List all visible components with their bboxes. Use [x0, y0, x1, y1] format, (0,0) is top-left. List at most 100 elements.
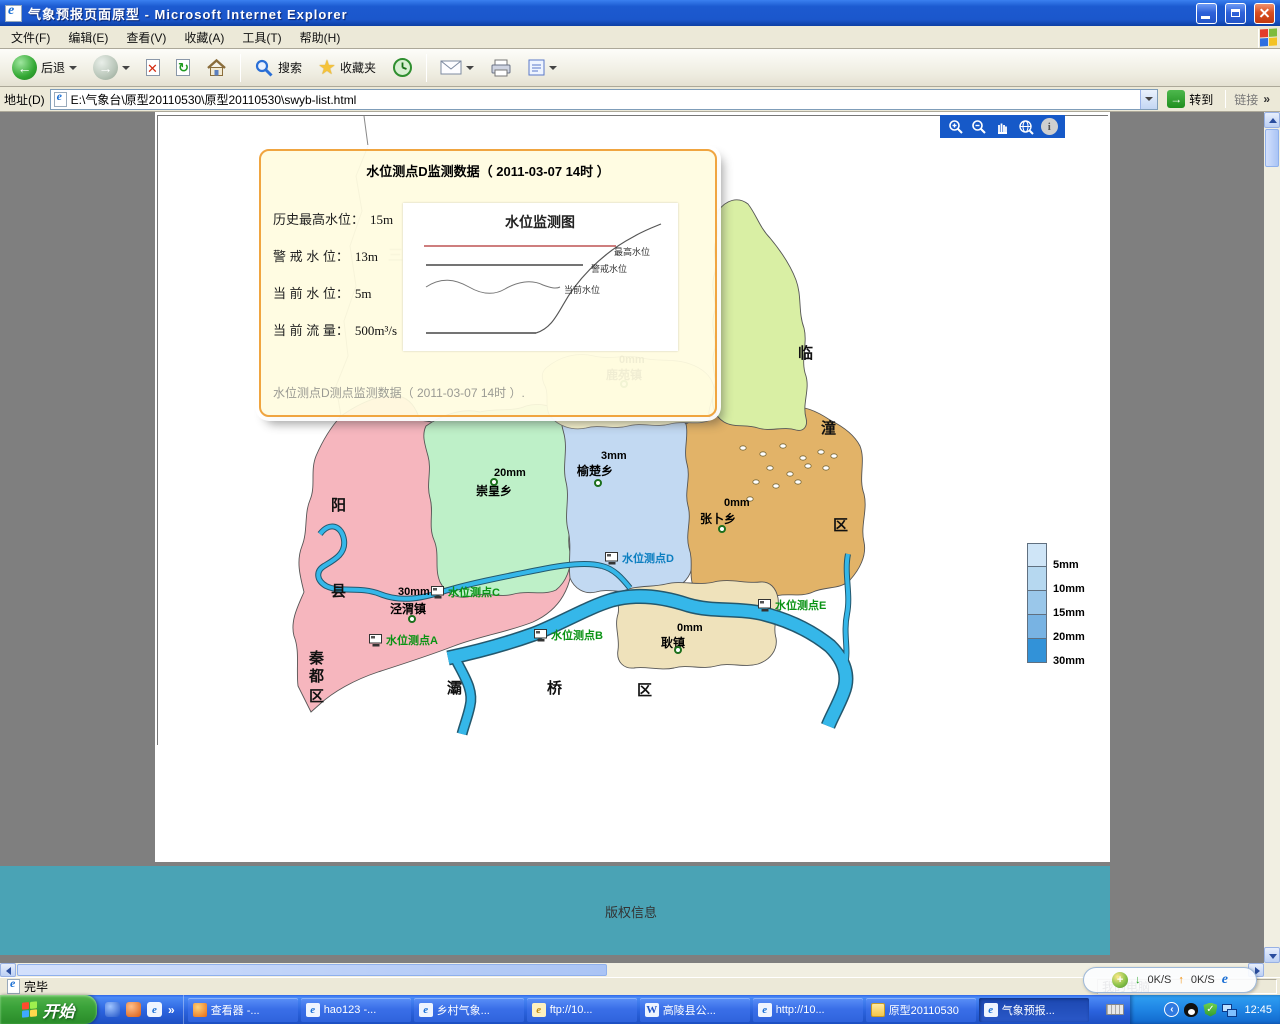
menu-edit[interactable]: 编辑(E): [59, 26, 117, 49]
task-ftp[interactable]: eftp://10...: [527, 998, 637, 1022]
back-label: 后退: [41, 59, 65, 76]
back-button[interactable]: ← 后退: [6, 53, 83, 82]
status-message-area: 完毕: [3, 979, 1093, 994]
chart-warn-label: 警戒水位: [591, 263, 627, 274]
restore-icon: [1231, 9, 1240, 17]
ie-quicklaunch-icon[interactable]: e: [147, 1002, 162, 1017]
mail-dropdown-icon[interactable]: [466, 66, 474, 70]
ie-window: 气象预报页面原型 - Microsoft Internet Explorer 文…: [0, 0, 1280, 1024]
vertical-scroll-thumb[interactable]: [1265, 129, 1279, 167]
menu-file[interactable]: 文件(F): [2, 26, 59, 49]
task-weather-site[interactable]: e乡村气象...: [414, 998, 524, 1022]
scroll-left-button[interactable]: [0, 963, 16, 977]
mail-button[interactable]: [434, 58, 480, 77]
folder-icon: [871, 1003, 885, 1017]
scroll-up-button[interactable]: [1264, 112, 1280, 128]
town-marker[interactable]: [718, 525, 726, 533]
network-speed-widget[interactable]: + ↓ 0K/S ↑ 0K/S e: [1083, 967, 1257, 993]
chevron-down-icon: [1145, 97, 1153, 101]
town-marker[interactable]: [408, 615, 416, 623]
app-icon[interactable]: [126, 1002, 141, 1017]
restore-button[interactable]: [1225, 3, 1246, 24]
town-marker[interactable]: [674, 646, 682, 654]
menu-favorites[interactable]: 收藏(A): [175, 26, 233, 49]
station-B[interactable]: 水位测点B: [534, 627, 603, 643]
rain-value: 20mm: [494, 467, 526, 479]
hide-icons-arrow-icon[interactable]: ‹: [1164, 1002, 1179, 1017]
station-label: 水位测点A: [386, 632, 438, 648]
scroll-down-button[interactable]: [1264, 947, 1280, 963]
window-title: 气象预报页面原型 - Microsoft Internet Explorer: [28, 4, 1188, 23]
links-more-icon[interactable]: »: [1263, 92, 1276, 106]
menu-tools[interactable]: 工具(T): [233, 26, 290, 49]
edit-dropdown-icon[interactable]: [549, 66, 557, 70]
forward-button[interactable]: →: [87, 53, 136, 82]
minimize-button[interactable]: [1196, 3, 1217, 24]
shield-icon[interactable]: ✓: [1203, 1003, 1217, 1017]
task-label: 气象预报...: [1002, 1002, 1055, 1018]
town-marker[interactable]: [490, 478, 498, 486]
zoom-out-button[interactable]: [971, 118, 988, 135]
forward-dropdown-icon[interactable]: [122, 66, 130, 70]
field-value: 15m: [370, 212, 393, 228]
qq-icon[interactable]: [1184, 1003, 1198, 1017]
station-E[interactable]: 水位测点E: [758, 597, 826, 613]
edit-button[interactable]: [522, 57, 563, 78]
search-button[interactable]: 搜索: [248, 56, 308, 80]
task-word-doc[interactable]: W高陵县公...: [640, 998, 750, 1022]
addressbar-separator: [1225, 90, 1226, 108]
task-viewer[interactable]: 查看器 -...: [188, 998, 298, 1022]
close-button[interactable]: [1254, 3, 1275, 24]
legend-swatch: [1027, 543, 1047, 567]
station-A[interactable]: 水位测点A: [369, 632, 438, 648]
legend-label: 30mm: [1053, 655, 1085, 667]
vertical-scrollbar[interactable]: [1264, 112, 1280, 963]
address-dropdown-button[interactable]: [1140, 90, 1157, 109]
home-button[interactable]: [200, 56, 233, 79]
network-icon[interactable]: [1222, 1003, 1236, 1017]
station-label: 水位测点C: [448, 584, 500, 600]
station-C[interactable]: 水位测点C: [431, 584, 500, 600]
station-D[interactable]: 水位测点D: [605, 550, 674, 566]
refresh-button[interactable]: ↻: [170, 57, 196, 78]
refresh-icon: ↻: [176, 59, 190, 76]
download-speed: 0K/S: [1148, 974, 1172, 986]
back-dropdown-icon[interactable]: [69, 66, 77, 70]
task-http[interactable]: ehttp://10...: [753, 998, 863, 1022]
task-folder[interactable]: 原型20110530: [866, 998, 976, 1022]
language-bar[interactable]: [1100, 995, 1130, 1024]
field-label: 当 前 流 量：: [273, 320, 349, 339]
zoom-in-button[interactable]: [947, 118, 964, 135]
stop-button[interactable]: ✕: [140, 57, 166, 78]
region-zhangbu[interactable]: [686, 407, 866, 601]
history-button[interactable]: [386, 55, 419, 80]
legend-swatch: [1027, 615, 1047, 639]
address-input[interactable]: E:\气象台\原型20110530\原型20110530\swyb-list.h…: [50, 89, 1159, 110]
favorites-button[interactable]: ★ 收藏夹: [312, 56, 382, 80]
menu-help[interactable]: 帮助(H): [291, 26, 350, 49]
task-weather-prototype[interactable]: e气象预报...: [979, 998, 1089, 1022]
town-marker[interactable]: [594, 479, 602, 487]
info-button[interactable]: i: [1041, 118, 1058, 135]
messenger-icon[interactable]: [105, 1002, 120, 1017]
full-extent-globe-button[interactable]: [1017, 118, 1034, 135]
horizontal-scroll-thumb[interactable]: [17, 964, 607, 976]
browser-viewport: 阳 县 秦 都 区 临 潼 区 灞 桥 区 三 20mm 崇皇乡 3mm 榆楚乡…: [0, 112, 1264, 963]
links-label[interactable]: 链接: [1234, 91, 1258, 108]
popup-status-text: 水位测点D测点监测数据（ 2011-03-07 14时 ）.: [273, 384, 525, 401]
district-label: 临: [798, 342, 813, 363]
pan-hand-button[interactable]: [994, 118, 1011, 135]
horizontal-scrollbar[interactable]: [0, 963, 1264, 977]
clock[interactable]: 12:45: [1244, 1004, 1272, 1016]
standard-toolbar: ← 后退 → ✕ ↻ 搜索: [0, 49, 1280, 87]
favorites-label: 收藏夹: [340, 59, 376, 76]
go-button[interactable]: → 转到: [1163, 90, 1217, 108]
task-hao123[interactable]: ehao123 -...: [301, 998, 411, 1022]
scrollbar-corner: [1264, 963, 1280, 977]
menu-view[interactable]: 查看(V): [117, 26, 175, 49]
water-level-chart: 水位监测图 最高水位 警戒水位 当前水位: [403, 203, 678, 351]
quicklaunch-more-icon[interactable]: »: [168, 1003, 175, 1017]
print-button[interactable]: [484, 57, 518, 79]
address-value: E:\气象台\原型20110530\原型20110530\swyb-list.h…: [71, 91, 1137, 108]
start-button[interactable]: 开始: [0, 995, 97, 1024]
